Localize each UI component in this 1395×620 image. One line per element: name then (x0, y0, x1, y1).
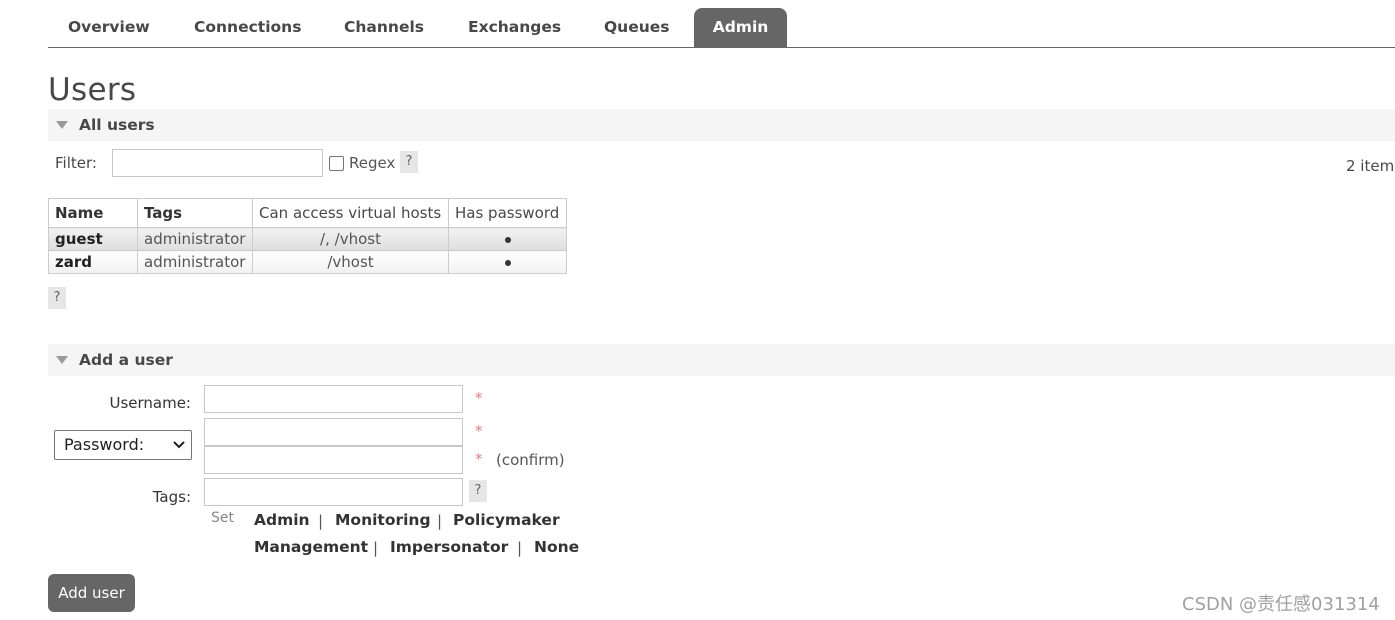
username-label: Username: (109, 394, 191, 412)
tag-option-admin[interactable]: Admin (254, 511, 310, 529)
all-users-section-header[interactable]: All users (48, 109, 1395, 141)
has-password-indicator (448, 250, 567, 274)
regex-label: Regex (349, 154, 396, 172)
tag-option-management[interactable]: Management (254, 538, 368, 556)
add-user-heading: Add a user (79, 351, 173, 369)
collapse-triangle-icon (56, 121, 68, 129)
filter-input[interactable] (112, 149, 323, 177)
user-name-link[interactable]: guest (48, 227, 138, 251)
password-dot-icon (504, 236, 511, 243)
required-marker: * (475, 422, 483, 440)
password-confirm-input[interactable] (204, 446, 463, 474)
tags-label: Tags: (152, 488, 191, 506)
chevron-down-icon (173, 441, 185, 449)
tab-queues[interactable]: Queues (604, 8, 670, 47)
required-marker: * (475, 450, 483, 468)
required-marker: * (475, 389, 483, 407)
nav-tab-bar: Overview Connections Channels Exchanges … (48, 8, 1395, 48)
column-header-name[interactable]: Name (48, 198, 138, 228)
password-input[interactable] (204, 418, 463, 446)
column-header-tags[interactable]: Tags (137, 198, 253, 228)
tab-exchanges[interactable]: Exchanges (468, 8, 561, 47)
set-label: Set (211, 510, 234, 526)
password-mode-select[interactable]: Password: (54, 430, 192, 460)
tag-separator: | (373, 539, 379, 557)
user-vhosts: /vhost (252, 250, 449, 274)
table-help-button[interactable]: ? (48, 287, 66, 309)
tag-separator: | (437, 512, 443, 530)
column-header-has-password[interactable]: Has password (448, 198, 567, 228)
column-header-vhosts[interactable]: Can access virtual hosts (252, 198, 449, 228)
user-tags: administrator (137, 250, 253, 274)
regex-checkbox[interactable] (329, 156, 344, 171)
tags-help-button[interactable]: ? (469, 480, 487, 502)
table-row[interactable]: zard administrator /vhost (48, 250, 567, 274)
tags-input[interactable] (204, 478, 463, 506)
user-vhosts: /, /vhost (252, 227, 449, 251)
add-user-button[interactable]: Add user (48, 574, 135, 612)
page-title: Users (48, 72, 137, 108)
tab-connections[interactable]: Connections (194, 8, 301, 47)
all-users-heading: All users (79, 116, 155, 134)
collapse-triangle-icon (56, 356, 68, 364)
add-user-section-header[interactable]: Add a user (48, 344, 1395, 376)
password-mode-value: Password: (64, 435, 145, 454)
tab-admin[interactable]: Admin (694, 8, 787, 47)
tag-option-none[interactable]: None (534, 538, 579, 556)
username-input[interactable] (204, 385, 463, 413)
regex-help-button[interactable]: ? (400, 151, 418, 173)
filter-label: Filter: (55, 154, 97, 172)
password-dot-icon (504, 259, 511, 266)
table-row[interactable]: guest administrator /, /vhost (48, 227, 567, 251)
tag-separator: | (517, 539, 523, 557)
has-password-indicator (448, 227, 567, 251)
tab-overview[interactable]: Overview (68, 8, 150, 47)
tag-separator: | (318, 512, 324, 530)
user-name-link[interactable]: zard (48, 250, 138, 274)
confirm-label: (confirm) (496, 451, 565, 469)
user-tags: administrator (137, 227, 253, 251)
tab-channels[interactable]: Channels (344, 8, 424, 47)
watermark: CSDN @责任感031314 (1182, 594, 1380, 615)
users-table: Name Tags Can access virtual hosts Has p… (48, 198, 567, 274)
tag-option-monitoring[interactable]: Monitoring (335, 511, 431, 529)
tag-option-policymaker[interactable]: Policymaker (453, 511, 560, 529)
item-count: 2 item (1346, 157, 1395, 175)
tag-option-impersonator[interactable]: Impersonator (390, 538, 508, 556)
